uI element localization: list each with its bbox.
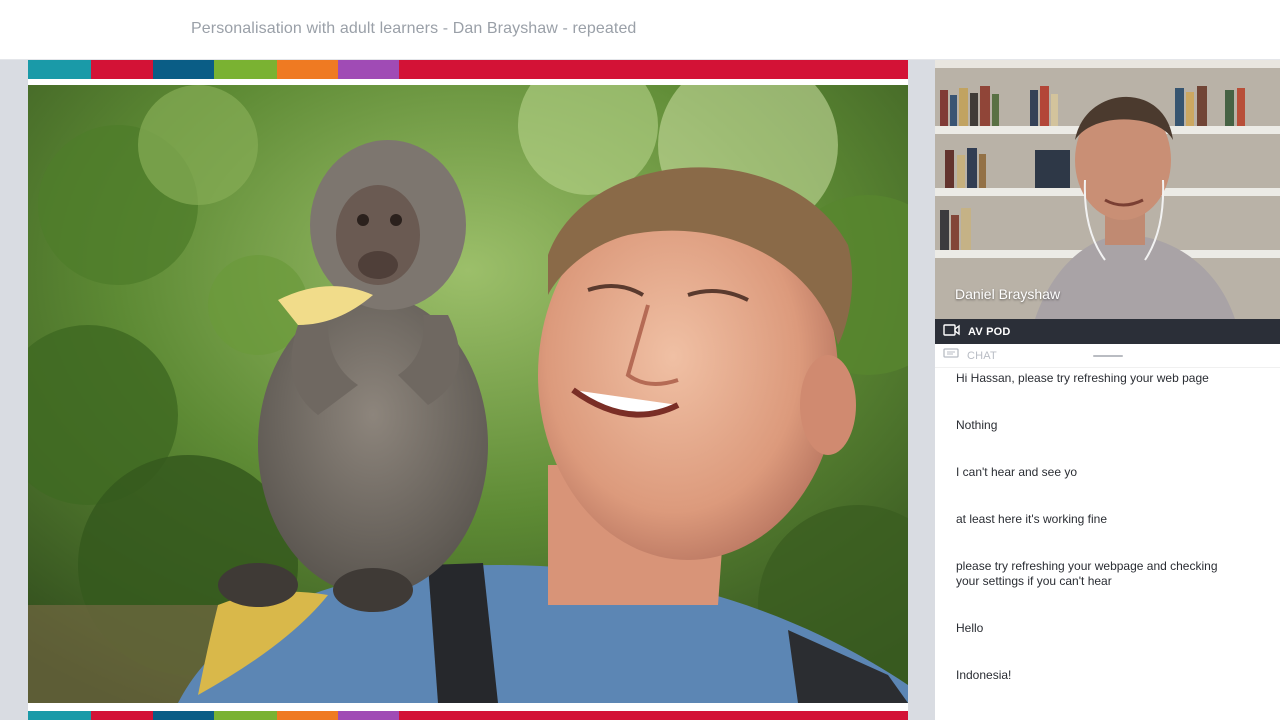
slide — [28, 60, 908, 720]
slide-photo — [28, 85, 908, 703]
chat-message: Indonesia! — [956, 668, 1012, 682]
chat-scroll-fade — [935, 368, 1280, 376]
chat-message: please try refreshing your webpage and c… — [956, 559, 1218, 588]
chat-label: CHAT — [967, 349, 997, 362]
chat-message: I can't hear and see yo — [956, 465, 1078, 479]
av-pod-label: AV POD — [968, 325, 1011, 338]
chat-drag-handle[interactable] — [1093, 355, 1123, 357]
chat-message: Nothing — [956, 418, 998, 432]
top-bar: Personalisation with adult learners - Da… — [0, 0, 1280, 60]
slide-photo-image — [28, 85, 908, 703]
chat-header[interactable]: CHAT — [935, 344, 1280, 368]
presentation-stage — [0, 60, 935, 720]
session-title: Personalisation with adult learners - Da… — [191, 20, 637, 37]
chat-message-list[interactable]: Hi Hassan, please try refreshing your we… — [935, 368, 1280, 720]
camera-icon — [943, 323, 960, 341]
chat-message: at least here it's working fine — [956, 512, 1108, 526]
slide-color-stripe-bottom — [28, 711, 908, 720]
chat-icon — [943, 347, 959, 365]
participant-name: Daniel Brayshaw — [955, 286, 1061, 302]
chat-message: Hello — [956, 621, 984, 635]
webcam-video: Daniel Brayshaw — [935, 60, 1280, 319]
av-pod-bar[interactable]: AV POD — [935, 319, 1280, 344]
right-panel: Daniel Brayshaw AV POD CHAT Hi Hassan, p… — [935, 60, 1280, 720]
slide-color-stripe-top — [28, 60, 908, 79]
webcam-image — [935, 60, 1280, 319]
